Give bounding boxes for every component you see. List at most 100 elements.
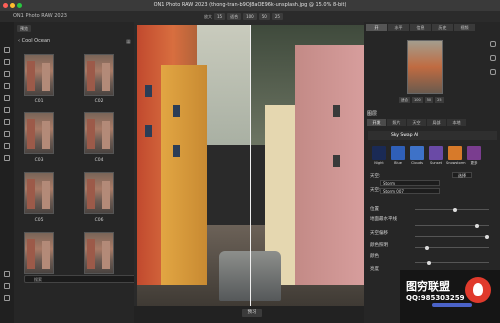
- choose-sky-button[interactable]: 选择: [452, 172, 472, 178]
- filter-name: Sky Swap AI: [391, 133, 419, 138]
- info-icon[interactable]: [3, 294, 11, 302]
- preset-label: C01: [34, 99, 44, 104]
- zoom-chip-100[interactable]: 100: [243, 13, 257, 20]
- preset-more-icon[interactable]: [467, 146, 481, 160]
- preset-thumb-c06[interactable]: [84, 172, 114, 214]
- crop-tool-icon[interactable]: [3, 58, 11, 66]
- nav-zoom-fit[interactable]: 适合: [399, 97, 410, 103]
- slider-knob[interactable]: [425, 245, 429, 250]
- preset-search-input[interactable]: 搜索: [24, 275, 136, 283]
- zoom-chip-25[interactable]: 25: [271, 13, 283, 20]
- before-after-split-line[interactable]: [250, 25, 251, 306]
- preset-label: C05: [34, 218, 44, 223]
- preset-label: C02: [94, 99, 104, 104]
- zoom-tool-icon[interactable]: [3, 270, 11, 278]
- zoom-chip-15[interactable]: 15: [214, 13, 226, 20]
- browser-tab[interactable]: 预览: [17, 25, 31, 32]
- slider-knob[interactable]: [485, 234, 489, 239]
- tab-develop[interactable]: 开发: [367, 119, 386, 126]
- browse-tool-icon[interactable]: [3, 46, 11, 54]
- sky-category-label: 天空:: [370, 174, 381, 179]
- tab-info[interactable]: 信息: [410, 24, 431, 31]
- tab-levels[interactable]: 水平: [388, 24, 409, 31]
- color-slider[interactable]: [415, 260, 489, 265]
- text-tool-icon[interactable]: [3, 130, 11, 138]
- zoom-chip-fit[interactable]: 适合: [227, 13, 242, 20]
- tab-photo[interactable]: 照片: [387, 119, 406, 126]
- horizon-slider[interactable]: [415, 223, 489, 228]
- edit-module-icon[interactable]: [489, 54, 498, 63]
- photo-canvas[interactable]: [137, 25, 365, 306]
- sky-image-select[interactable]: Storm 007: [380, 188, 440, 194]
- mask-tool-icon[interactable]: [3, 82, 11, 90]
- zoom-label: 放大: [204, 13, 212, 19]
- preset-sunset-icon[interactable]: [429, 146, 443, 160]
- navigator-zoom: 适合 100 50 25: [399, 97, 444, 103]
- nav-zoom-100[interactable]: 100: [412, 97, 423, 103]
- preset-clouds-icon[interactable]: [410, 146, 424, 160]
- app-name: ON1 Photo RAW 2023: [13, 13, 67, 19]
- nav-zoom-50[interactable]: 50: [424, 97, 434, 103]
- tab-native[interactable]: 本地: [447, 119, 466, 126]
- preset-label: Sunset: [429, 161, 442, 165]
- preset-label: Blue: [394, 161, 402, 165]
- nav-zoom-25[interactable]: 25: [435, 97, 444, 103]
- slider-knob[interactable]: [475, 223, 479, 228]
- browse-module-icon[interactable]: [489, 40, 498, 49]
- preset-thumb-c08[interactable]: [84, 232, 114, 274]
- slider-label: 位置: [370, 207, 379, 212]
- preset-thumb-c05[interactable]: [24, 172, 54, 214]
- tab-sky[interactable]: 天空: [407, 119, 426, 126]
- preset-thumb-c03[interactable]: [24, 112, 54, 154]
- zoom-controls: 放大 15 适合 100 50 25: [204, 13, 283, 20]
- sky-category-select[interactable]: Storm: [380, 180, 440, 186]
- preset-label: Night: [374, 161, 384, 165]
- grid-view-icon[interactable]: ▦: [126, 39, 131, 45]
- resize-module-icon[interactable]: [489, 68, 498, 77]
- slider-label: 亮度: [370, 267, 379, 272]
- preset-thumb-c02[interactable]: [84, 54, 114, 96]
- retouch-tool-icon[interactable]: [3, 106, 11, 114]
- sky-offset-slider[interactable]: [415, 234, 489, 239]
- watermark-bar: [432, 303, 472, 307]
- preview-button[interactable]: 预习: [242, 309, 262, 317]
- preset-label: Clouds: [411, 161, 423, 165]
- slider-label: 地面最水平线: [370, 217, 397, 222]
- preset-thumb-c04[interactable]: [84, 112, 114, 154]
- preset-thumb-c07[interactable]: [24, 232, 54, 274]
- tab-history[interactable]: 历史: [432, 24, 453, 31]
- hand-tool-icon[interactable]: [3, 282, 11, 290]
- flame-logo-icon: [465, 277, 491, 303]
- navigator-thumbnail[interactable]: [407, 40, 443, 94]
- color-light-slider[interactable]: [415, 245, 489, 250]
- preset-folder-title[interactable]: ‹ Cool Ocean: [18, 38, 50, 44]
- tab-local[interactable]: 局部: [427, 119, 446, 126]
- slider-knob[interactable]: [427, 260, 431, 265]
- preset-thumb-c01[interactable]: [24, 54, 54, 96]
- tab-navigator[interactable]: 开: [366, 24, 387, 31]
- building-pink: [295, 45, 365, 285]
- tab-video[interactable]: 视频: [454, 24, 475, 31]
- preset-snowstorm-icon[interactable]: [448, 146, 462, 160]
- window-title: ON1 Photo RAW 2023 (thong-tran-b9OJ8aOE9…: [153, 2, 347, 8]
- gradient-tool-icon[interactable]: [3, 142, 11, 150]
- preset-label: C03: [34, 158, 44, 163]
- preset-label: C04: [94, 158, 104, 163]
- clone-tool-icon[interactable]: [3, 118, 11, 126]
- slider-label: 天空偏移: [370, 231, 388, 236]
- slider-label: 颜色: [370, 254, 379, 259]
- view-tool-icon[interactable]: [3, 154, 11, 162]
- window: [333, 155, 340, 167]
- slider-knob[interactable]: [453, 207, 457, 212]
- brush-tool-icon[interactable]: [3, 70, 11, 78]
- app-window: ON1 Photo RAW 2023 (thong-tran-b9OJ8aOE9…: [0, 0, 500, 323]
- eraser-tool-icon[interactable]: [3, 94, 11, 102]
- watermark-text: 图穷联盟: [406, 280, 450, 293]
- bottom-bar: 预习: [134, 306, 364, 323]
- zoom-chip-50[interactable]: 50: [258, 13, 270, 20]
- position-slider[interactable]: [415, 207, 489, 212]
- preset-blue-icon[interactable]: [391, 146, 405, 160]
- building-yellow: [161, 65, 207, 285]
- window: [333, 105, 340, 117]
- preset-night-icon[interactable]: [372, 146, 386, 160]
